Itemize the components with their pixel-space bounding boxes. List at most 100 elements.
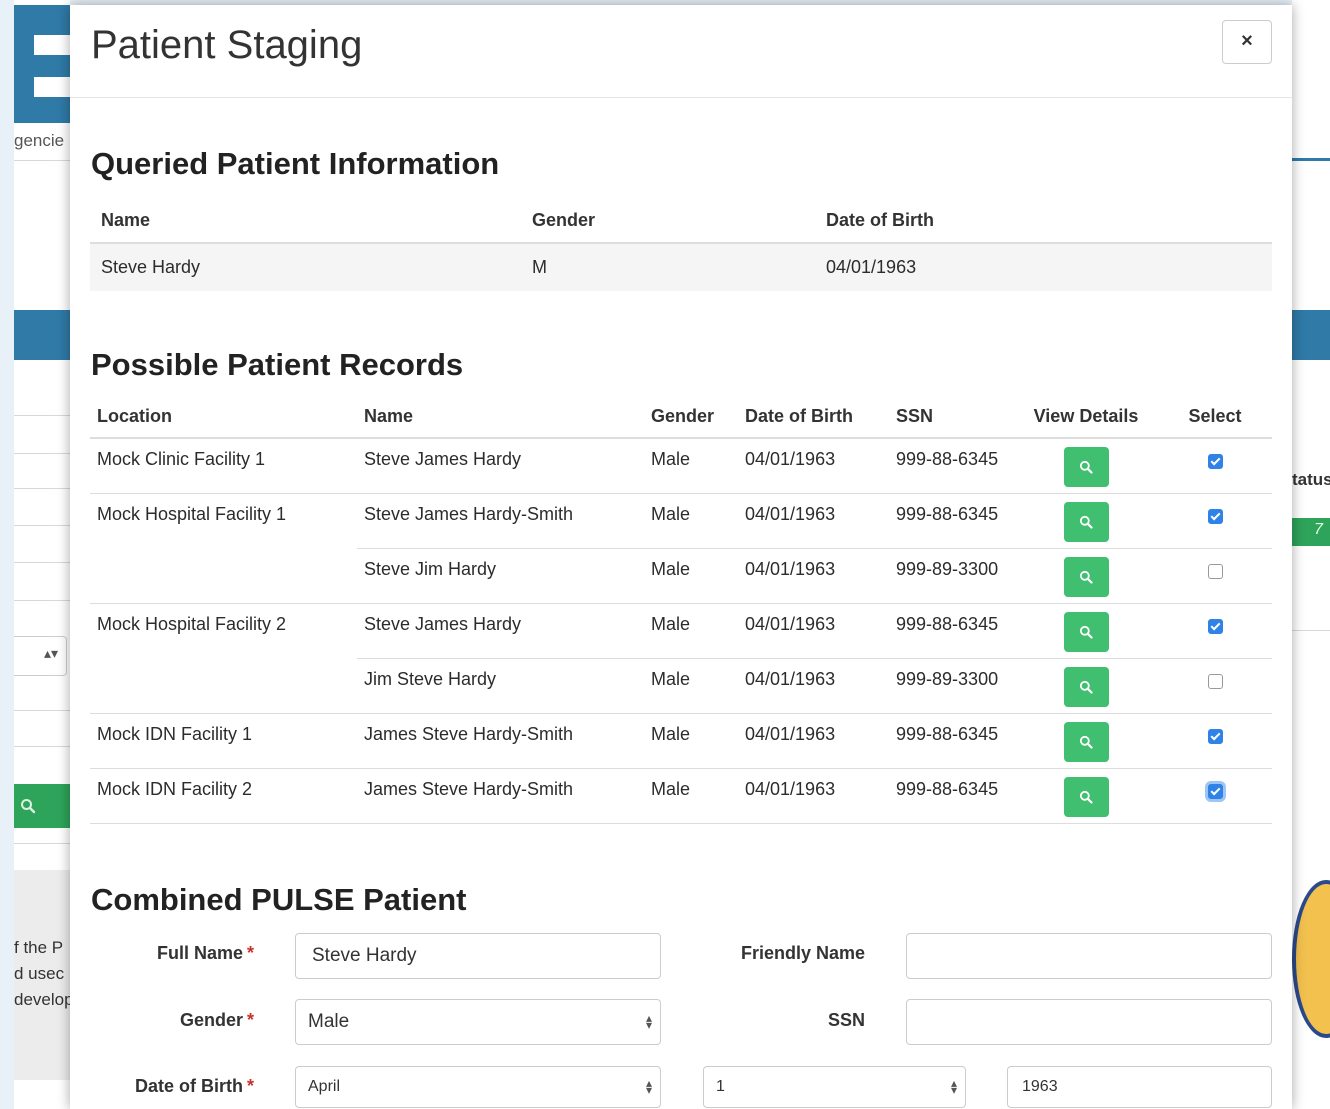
background-seal (1292, 880, 1330, 1038)
search-icon (1079, 790, 1093, 804)
select-checkbox[interactable] (1207, 508, 1223, 524)
record-location: Mock Hospital Facility 1 (97, 503, 287, 524)
table-header-row: Location Name Gender Date of Birth SSN V… (90, 395, 1272, 439)
label-text: Full Name (156, 943, 243, 963)
record-ssn: 999-89-3300 (889, 548, 1014, 604)
view-details-cell (1014, 438, 1158, 494)
column-header: Date of Birth (738, 395, 889, 439)
required-marker: * (246, 943, 254, 963)
view-details-button[interactable] (1063, 666, 1109, 707)
view-details-button[interactable] (1063, 501, 1109, 542)
dob-day-select[interactable]: 1 ▴ ▾ (703, 1066, 966, 1108)
modal-header: Patient Staging × (70, 5, 1292, 98)
column-header: Gender (521, 198, 815, 244)
label-text: Gender (179, 1010, 243, 1030)
column-header: Name (90, 198, 521, 244)
ssn-input[interactable] (906, 999, 1272, 1045)
close-button[interactable]: × (1222, 20, 1272, 64)
background-progress: 7 (1292, 518, 1330, 546)
record-dob: 04/01/1963 (738, 713, 889, 769)
full-name-label: Full Name * (157, 943, 254, 964)
select-cell (1158, 768, 1272, 824)
record-gender: Male (644, 548, 738, 604)
record-name: Steve James Hardy-Smith (357, 493, 644, 549)
record-location: Mock Clinic Facility 1 (90, 438, 357, 494)
record-gender: Male (644, 603, 738, 659)
record-name: James Steve Hardy-Smith (357, 713, 644, 769)
view-details-button[interactable] (1063, 776, 1109, 817)
background-left-strip: gencie ▴▾ f the P d usec develop (14, 0, 70, 1109)
table-row: Steve Hardy M 04/01/1963 (90, 243, 1272, 291)
queried-name: Steve Hardy (90, 243, 521, 291)
column-header: Location (90, 395, 357, 439)
background-logo (14, 5, 70, 123)
search-icon (1079, 515, 1093, 529)
required-marker: * (246, 1076, 254, 1096)
select-checkbox[interactable] (1207, 618, 1223, 634)
required-marker: * (246, 1010, 254, 1030)
select-cell (1158, 658, 1272, 714)
record-dob: 04/01/1963 (738, 438, 889, 494)
view-details-button[interactable] (1063, 611, 1109, 652)
dob-day-value: 1 (716, 1078, 725, 1095)
view-details-cell (1014, 768, 1158, 824)
column-header: Name (357, 395, 644, 439)
background-nav-band (14, 310, 70, 360)
select-checkbox[interactable] (1207, 783, 1223, 799)
record-ssn: 999-88-6345 (889, 438, 1014, 494)
view-details-button[interactable] (1063, 556, 1109, 597)
queried-gender: M (521, 243, 815, 291)
record-ssn: 999-88-6345 (889, 768, 1014, 824)
background-text: f the P (14, 938, 64, 957)
record-ssn: 999-88-6345 (889, 493, 1014, 549)
record-gender: Male (644, 493, 738, 549)
dob-month-value: April (308, 1078, 341, 1095)
select-cell (1158, 713, 1272, 769)
select-checkbox[interactable] (1207, 563, 1223, 579)
view-details-button[interactable] (1063, 721, 1109, 762)
full-name-input[interactable] (295, 933, 661, 979)
select-checkbox[interactable] (1207, 673, 1223, 689)
record-dob: 04/01/1963 (738, 658, 889, 714)
combined-heading: Combined PULSE Patient (91, 882, 467, 917)
view-details-button[interactable] (1063, 447, 1109, 487)
background-text: tatus (1292, 470, 1330, 489)
view-details-cell (1014, 658, 1158, 714)
gender-select[interactable]: Male ▴ ▾ (295, 999, 661, 1045)
column-header: Gender (644, 395, 738, 439)
table-header-row: Name Gender Date of Birth (90, 198, 1272, 244)
friendly-name-label: Friendly Name (740, 943, 865, 963)
select-arrows-icon: ▴ ▾ (645, 1011, 652, 1032)
select-cell (1158, 548, 1272, 604)
background-select: ▴▾ (14, 636, 67, 676)
select-cell (1158, 493, 1272, 549)
dob-label: Date of Birth * (135, 1076, 254, 1097)
table-row: Mock Hospital Facility 1 Steve James Hard… (90, 493, 1272, 549)
select-checkbox[interactable] (1207, 454, 1223, 469)
label-text: Date of Birth (134, 1076, 243, 1096)
column-header: Date of Birth (815, 198, 1272, 244)
select-checkbox[interactable] (1207, 728, 1223, 744)
view-details-cell (1014, 493, 1158, 549)
records-table: Location Name Gender Date of Birth SSN V… (90, 395, 1272, 824)
record-gender: Male (644, 438, 738, 494)
search-icon (1079, 625, 1093, 639)
record-dob: 04/01/1963 (738, 493, 889, 549)
table-row: Mock Clinic Facility 1 Steve James Hardy M… (90, 438, 1272, 494)
friendly-name-input[interactable] (906, 933, 1272, 979)
record-location: Mock Hospital Facility 2 (97, 613, 287, 634)
select-arrows-icon: ▴ ▾ (950, 1076, 957, 1097)
view-details-cell (1014, 603, 1158, 659)
record-gender: Male (644, 768, 738, 824)
record-location (90, 658, 357, 714)
records-heading: Possible Patient Records (91, 347, 464, 382)
record-dob: 04/01/1963 (738, 603, 889, 659)
dob-month-select[interactable]: April ▴ ▾ (295, 1066, 661, 1108)
record-name: Jim Steve Hardy (357, 658, 644, 714)
record-location: Mock IDN Facility 2 (90, 768, 357, 824)
background-search-button (14, 784, 70, 828)
column-header: View Details (1014, 395, 1158, 439)
table-row: Mock IDN Facility 2 James Steve Hardy-Smi… (90, 768, 1272, 824)
dob-year-input[interactable] (1007, 1066, 1272, 1108)
close-icon: × (1241, 30, 1253, 52)
